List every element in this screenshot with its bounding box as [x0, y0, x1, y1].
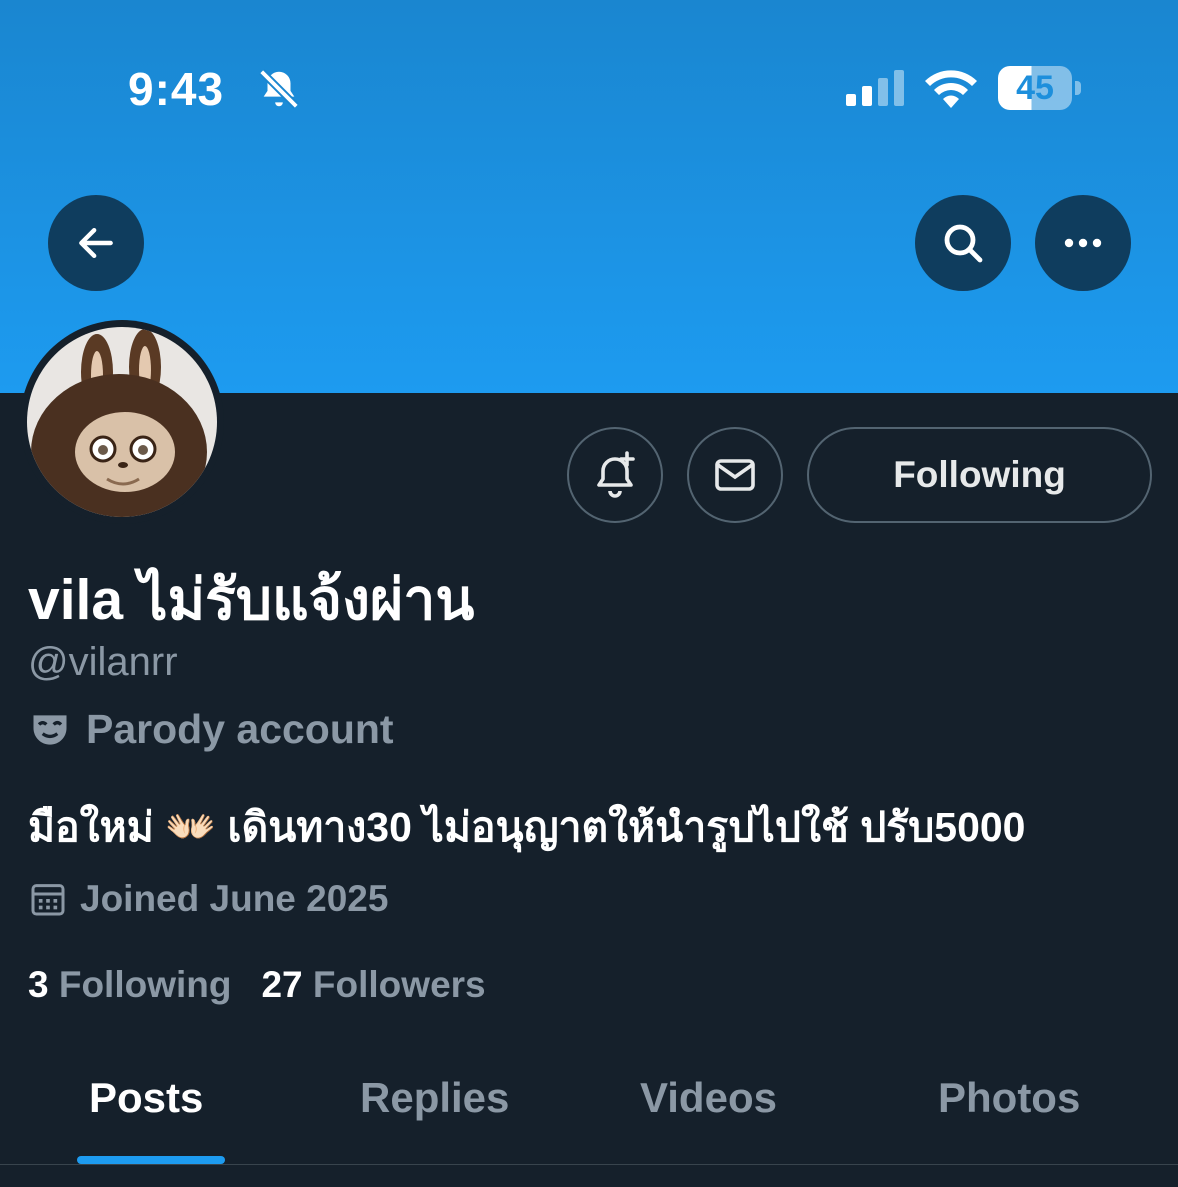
tab-videos[interactable]: Videos — [640, 1074, 777, 1122]
display-name: vila ไม่รับแจ้งผ่าน — [28, 568, 475, 632]
bell-off-icon — [259, 69, 299, 109]
tab-posts[interactable]: Posts — [89, 1074, 203, 1122]
active-tab-indicator — [77, 1156, 225, 1164]
following-label: Following — [58, 964, 232, 1005]
joined-row: Joined June 2025 — [28, 878, 388, 920]
bell-plus-icon — [597, 451, 635, 498]
joined-date: Joined June 2025 — [80, 878, 389, 919]
battery-icon: 45 — [998, 66, 1082, 110]
bio: มือใหม่ 👐🏻 เดินทาง30 ไม่อนุญาตให้นำรูปไป… — [28, 804, 1026, 850]
profile-banner[interactable] — [0, 0, 1178, 393]
battery-level: 45 — [998, 66, 1072, 110]
status-time: 9:43 — [128, 63, 225, 115]
calendar-icon — [31, 884, 65, 916]
followers-label: Followers — [312, 964, 486, 1005]
following-count: 3 — [28, 964, 49, 1005]
tab-replies[interactable]: Replies — [360, 1074, 509, 1122]
wifi-icon — [925, 70, 977, 108]
followers-count: 27 — [261, 964, 303, 1005]
message-button[interactable] — [687, 427, 783, 523]
mask-icon — [33, 714, 67, 745]
search-icon — [944, 224, 983, 263]
envelope-icon — [715, 459, 755, 491]
back-button[interactable] — [48, 195, 144, 291]
tab-photos[interactable]: Photos — [938, 1074, 1080, 1122]
tabs-divider — [0, 1164, 1178, 1165]
avatar-image — [27, 327, 217, 517]
signal-icon — [846, 70, 904, 106]
more-button[interactable] — [1035, 195, 1131, 291]
parody-label: Parody account — [86, 706, 394, 752]
more-horizontal-icon — [1064, 238, 1102, 248]
notifications-button[interactable] — [567, 427, 663, 523]
following-count-link[interactable]: 3 Following — [28, 964, 231, 1006]
avatar[interactable] — [20, 320, 224, 524]
arrow-left-icon — [79, 227, 113, 259]
parody-label-row: Parody account — [28, 706, 394, 753]
handle: @vilanrr — [28, 640, 178, 684]
followers-count-link[interactable]: 27 Followers — [261, 964, 485, 1006]
search-button[interactable] — [915, 195, 1011, 291]
follow-stats: 3 Following 27 Followers — [28, 964, 516, 1006]
following-button[interactable]: Following — [807, 427, 1152, 523]
profile-tabs: Posts Replies Videos Photos — [0, 1050, 1178, 1165]
battery-nub — [1075, 81, 1081, 95]
